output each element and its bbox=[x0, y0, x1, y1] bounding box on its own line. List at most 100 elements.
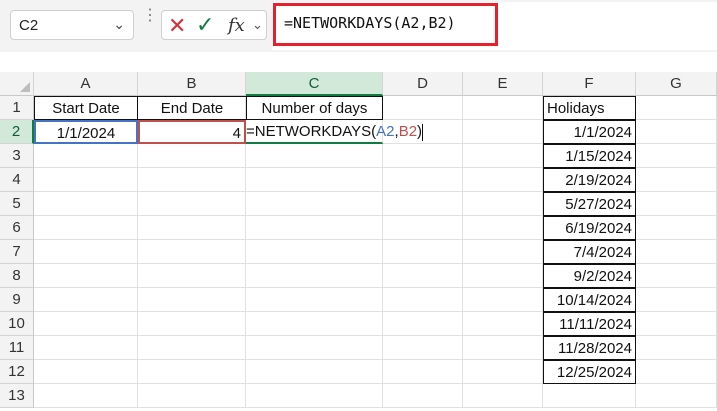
grid-cell[interactable] bbox=[383, 168, 463, 192]
grid-cell[interactable] bbox=[636, 192, 717, 216]
row-header-8[interactable]: 8 bbox=[0, 264, 34, 288]
grid-cell[interactable] bbox=[138, 312, 246, 336]
grid-cell[interactable] bbox=[34, 264, 138, 288]
grid-cell[interactable] bbox=[246, 240, 383, 264]
cancel-x-icon[interactable]: ✕ bbox=[168, 13, 186, 39]
grid-cell[interactable] bbox=[636, 336, 717, 360]
grid-cell[interactable] bbox=[383, 384, 463, 408]
row-header-13[interactable]: 13 bbox=[0, 384, 34, 408]
grid-cell[interactable] bbox=[138, 384, 246, 408]
row-header-6[interactable]: 6 bbox=[0, 216, 34, 240]
grid-cell[interactable] bbox=[383, 360, 463, 384]
holiday-cell[interactable]: 5/27/2024 bbox=[543, 192, 636, 216]
grid-cell[interactable] bbox=[463, 336, 543, 360]
grid-cell[interactable] bbox=[138, 192, 246, 216]
row-header-1[interactable]: 1 bbox=[0, 96, 34, 120]
grid-cell[interactable] bbox=[246, 312, 383, 336]
row-header-9[interactable]: 9 bbox=[0, 288, 34, 312]
grid-cell[interactable] bbox=[463, 144, 543, 168]
holiday-cell[interactable]: 11/28/2024 bbox=[543, 336, 636, 360]
fx-icon[interactable]: fx bbox=[228, 15, 245, 36]
grid-cell[interactable] bbox=[636, 384, 717, 408]
formula-text[interactable]: =NETWORKDAYS(A2,B2) bbox=[284, 14, 456, 32]
grid-cell[interactable] bbox=[246, 384, 383, 408]
chevron-down-icon[interactable]: ⌄ bbox=[252, 17, 263, 33]
grid-cell[interactable] bbox=[34, 192, 138, 216]
grid-cell[interactable] bbox=[383, 192, 463, 216]
grid-cell[interactable] bbox=[34, 240, 138, 264]
grid-cell[interactable] bbox=[383, 264, 463, 288]
row-header-12[interactable]: 12 bbox=[0, 360, 34, 384]
grid-cell[interactable] bbox=[246, 192, 383, 216]
cell-b1[interactable]: End Date bbox=[137, 96, 247, 120]
col-header-b[interactable]: B bbox=[138, 72, 246, 96]
cell-c2-editing[interactable]: =NETWORKDAYS(A2,B2) bbox=[246, 120, 424, 144]
holiday-cell[interactable]: 7/4/2024 bbox=[543, 240, 636, 264]
grid-cell[interactable] bbox=[463, 264, 543, 288]
grid-cell[interactable] bbox=[636, 144, 717, 168]
grid-cell[interactable] bbox=[636, 240, 717, 264]
grid-cell[interactable] bbox=[34, 216, 138, 240]
drag-handle-icon[interactable]: ⋮ bbox=[142, 8, 158, 24]
grid-cell[interactable] bbox=[636, 312, 717, 336]
cell-c1[interactable]: Number of days bbox=[246, 96, 383, 120]
cell-a1[interactable]: Start Date bbox=[34, 96, 138, 120]
select-all-corner[interactable] bbox=[0, 72, 34, 96]
holiday-cell[interactable]: 10/14/2024 bbox=[543, 288, 636, 312]
col-header-f[interactable]: F bbox=[543, 72, 636, 96]
grid-cell[interactable] bbox=[138, 264, 246, 288]
grid-cell[interactable] bbox=[463, 120, 543, 144]
grid-cell[interactable] bbox=[463, 168, 543, 192]
grid-cell[interactable] bbox=[383, 288, 463, 312]
row-header-5[interactable]: 5 bbox=[0, 192, 34, 216]
holiday-cell[interactable]: 2/19/2024 bbox=[543, 168, 636, 192]
grid-cell[interactable] bbox=[246, 264, 383, 288]
grid-cell[interactable] bbox=[138, 360, 246, 384]
grid-cell[interactable] bbox=[463, 360, 543, 384]
name-box[interactable]: C2 ⌄ bbox=[10, 10, 134, 40]
holiday-cell[interactable]: 9/2/2024 bbox=[543, 264, 636, 288]
grid-cell[interactable] bbox=[34, 336, 138, 360]
cell-b2[interactable]: 4 bbox=[138, 120, 246, 144]
cell-a2[interactable]: 1/1/2024 bbox=[34, 120, 138, 144]
grid-cell[interactable] bbox=[138, 216, 246, 240]
holiday-cell[interactable]: 12/25/2024 bbox=[543, 360, 636, 384]
grid-cell[interactable] bbox=[543, 384, 636, 408]
grid-cell[interactable] bbox=[383, 144, 463, 168]
col-header-a[interactable]: A bbox=[34, 72, 138, 96]
grid-cell[interactable] bbox=[246, 168, 383, 192]
col-header-e[interactable]: E bbox=[463, 72, 543, 96]
grid-cell[interactable] bbox=[383, 96, 463, 120]
col-header-d[interactable]: D bbox=[383, 72, 463, 96]
grid-cell[interactable] bbox=[34, 360, 138, 384]
grid-cell[interactable] bbox=[138, 144, 246, 168]
grid-cell[interactable] bbox=[34, 384, 138, 408]
grid-cell[interactable] bbox=[636, 216, 717, 240]
chevron-down-icon[interactable]: ⌄ bbox=[113, 16, 125, 33]
row-header-10[interactable]: 10 bbox=[0, 312, 34, 336]
holiday-cell[interactable]: 11/11/2024 bbox=[543, 312, 636, 336]
grid-cell[interactable] bbox=[138, 240, 246, 264]
holiday-cell[interactable]: 1/1/2024 bbox=[543, 120, 636, 144]
grid-cell[interactable] bbox=[246, 288, 383, 312]
grid-cell[interactable] bbox=[636, 168, 717, 192]
row-header-2[interactable]: 2 bbox=[0, 120, 34, 144]
grid-cell[interactable] bbox=[383, 336, 463, 360]
grid-cell[interactable] bbox=[463, 288, 543, 312]
grid-cell[interactable] bbox=[34, 288, 138, 312]
row-header-11[interactable]: 11 bbox=[0, 336, 34, 360]
row-header-4[interactable]: 4 bbox=[0, 168, 34, 192]
cell-f1[interactable]: Holidays bbox=[543, 96, 636, 120]
grid-cell[interactable] bbox=[246, 144, 383, 168]
grid-cell[interactable] bbox=[383, 240, 463, 264]
grid-cell[interactable] bbox=[463, 384, 543, 408]
grid-cell[interactable] bbox=[636, 120, 717, 144]
grid-cell[interactable] bbox=[246, 360, 383, 384]
checkmark-icon[interactable]: ✓ bbox=[196, 12, 214, 38]
grid-cell[interactable] bbox=[246, 216, 383, 240]
grid-cell[interactable] bbox=[463, 216, 543, 240]
grid-cell[interactable] bbox=[636, 360, 717, 384]
grid-cell[interactable] bbox=[636, 288, 717, 312]
col-header-g[interactable]: G bbox=[636, 72, 717, 96]
grid-cell[interactable] bbox=[383, 216, 463, 240]
